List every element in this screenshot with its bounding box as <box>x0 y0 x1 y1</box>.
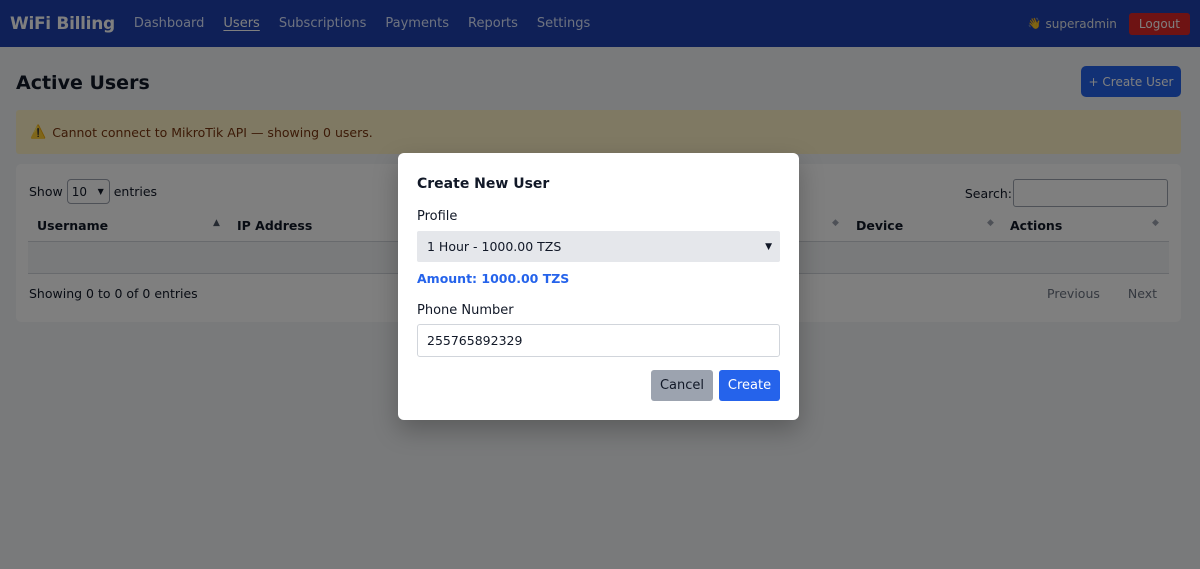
profile-label: Profile <box>417 209 458 224</box>
profile-select-value: 1 Hour - 1000.00 TZS <box>427 239 562 254</box>
phone-number-input[interactable]: 255765892329 <box>417 324 780 357</box>
phone-number-value: 255765892329 <box>427 333 523 348</box>
amount-text: Amount: 1000.00 TZS <box>417 271 570 286</box>
cancel-button[interactable]: Cancel <box>651 370 713 401</box>
profile-select[interactable]: 1 Hour - 1000.00 TZS ▼ <box>417 231 780 262</box>
create-user-modal: Create New User Profile 1 Hour - 1000.00… <box>398 153 799 420</box>
chevron-down-icon: ▼ <box>765 241 772 252</box>
create-button[interactable]: Create <box>719 370 780 401</box>
modal-title: Create New User <box>417 176 550 192</box>
phone-label: Phone Number <box>417 303 514 318</box>
